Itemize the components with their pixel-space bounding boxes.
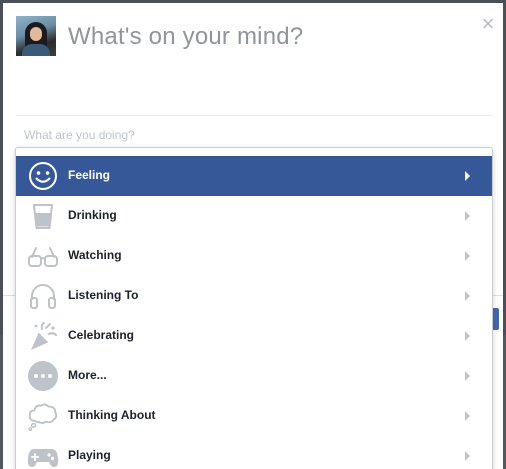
activity-option-drinking[interactable]: Drinking bbox=[16, 196, 492, 236]
activity-option-label: Celebrating bbox=[68, 328, 135, 342]
chevron-right-icon bbox=[465, 251, 470, 261]
chevron-right-icon bbox=[465, 171, 470, 181]
close-icon[interactable]: × bbox=[479, 13, 497, 35]
activity-option-more[interactable]: More... bbox=[16, 356, 492, 396]
chevron-right-icon bbox=[465, 211, 470, 221]
party-popper-icon bbox=[27, 320, 59, 352]
activity-option-thinking-about[interactable]: Thinking About bbox=[16, 396, 492, 436]
avatar bbox=[16, 16, 56, 56]
activity-option-label: Thinking About bbox=[68, 408, 156, 422]
chevron-right-icon bbox=[465, 331, 470, 341]
activity-dropdown: Feeling Drinking Watching Listening To C… bbox=[15, 147, 493, 469]
chevron-right-icon bbox=[465, 291, 470, 301]
game-controller-icon bbox=[27, 440, 59, 469]
activity-option-label: Drinking bbox=[68, 208, 117, 222]
thought-cloud-icon bbox=[27, 400, 59, 432]
more-dots-icon bbox=[27, 360, 59, 392]
activity-option-label: Watching bbox=[68, 248, 122, 262]
activity-option-playing[interactable]: Playing bbox=[16, 436, 492, 469]
activity-option-label: More... bbox=[68, 368, 107, 382]
status-prompt[interactable]: What's on your mind? bbox=[68, 23, 303, 51]
chevron-right-icon bbox=[465, 371, 470, 381]
activity-option-label: Listening To bbox=[68, 288, 139, 302]
activity-option-feeling[interactable]: Feeling bbox=[16, 156, 492, 196]
composer-divider bbox=[16, 115, 492, 116]
chevron-right-icon bbox=[465, 411, 470, 421]
activity-option-label: Playing bbox=[68, 448, 111, 462]
headphones-icon bbox=[27, 280, 59, 312]
glasses-icon bbox=[27, 240, 59, 272]
activity-option-listening-to[interactable]: Listening To bbox=[16, 276, 492, 316]
activity-option-label: Feeling bbox=[68, 168, 111, 182]
activity-option-celebrating[interactable]: Celebrating bbox=[16, 316, 492, 356]
chevron-right-icon bbox=[465, 451, 470, 461]
activity-input[interactable]: What are you doing? bbox=[24, 128, 135, 142]
activity-option-watching[interactable]: Watching bbox=[16, 236, 492, 276]
cup-icon bbox=[27, 200, 59, 232]
smiley-icon bbox=[27, 160, 59, 192]
